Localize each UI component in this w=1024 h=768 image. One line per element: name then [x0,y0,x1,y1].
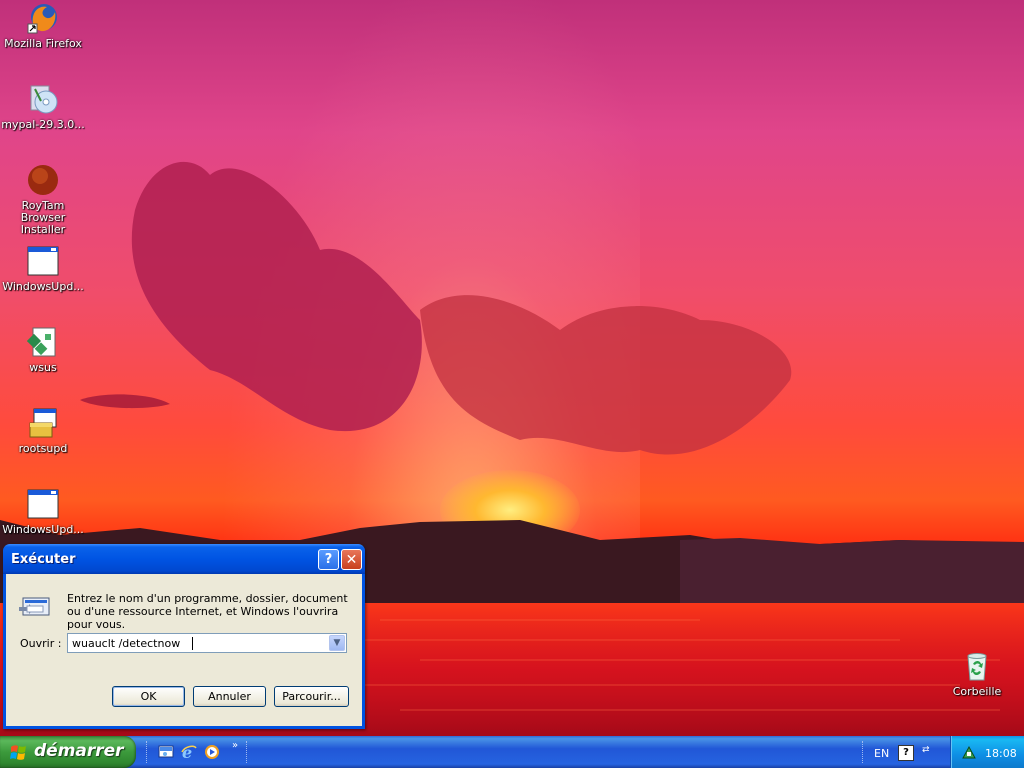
toolbar-grip[interactable] [246,741,250,763]
desktop-icon-label: WindowsUpd... [2,523,84,536]
help-button[interactable]: ? [318,549,339,570]
toolbar-grip[interactable] [146,741,150,763]
command-input[interactable]: wuauclt /detectnow [72,637,180,650]
desktop-icon-recycle-bin[interactable]: Corbeille [934,650,1020,698]
media-player-icon[interactable] [204,744,220,760]
desktop-icon-windowsupdate-2[interactable]: WindowsUpd... [0,488,86,536]
system-tray: 18:08 [950,736,1024,768]
roytam-browser-icon [27,164,59,196]
setup-package-icon [27,407,59,439]
window-app-icon [27,245,59,277]
run-dialog: Exécuter ? ✕ Entrez le nom d'un programm… [3,544,365,729]
taskbar: démarrer e » EN ? ⇄ 18:08 [0,736,1024,768]
run-icon [19,595,51,619]
desktop-icon-label: Corbeille [952,685,1002,698]
language-indicator[interactable]: EN [874,747,889,760]
window-app-icon [27,488,59,520]
desktop-icon-label: mypal-29.3.0... [1,118,85,131]
desktop-icon-label: RoyTam Browser Installer [20,199,66,236]
desktop-icon-label: rootsupd [18,442,68,455]
dialog-description: Entrez le nom d'un programme, dossier, d… [67,592,348,631]
close-button[interactable]: ✕ [341,549,362,570]
command-combobox[interactable]: wuauclt /detectnow ▼ [67,633,347,653]
dialog-titlebar[interactable]: Exécuter ? ✕ [3,544,365,574]
desktop-icon-label: wsus [29,361,57,374]
desktop-icon-mypal[interactable]: mypal-29.3.0... [0,83,86,131]
cancel-button[interactable]: Annuler [193,686,266,707]
clock[interactable]: 18:08 [985,747,1017,760]
dropdown-arrow-icon[interactable]: ▼ [329,635,345,651]
start-button[interactable]: démarrer [0,736,136,768]
browse-button[interactable]: Parcourir... [274,686,349,707]
desktop-icon-wsus[interactable]: wsus [0,326,86,374]
windows-logo-icon [10,744,27,761]
desktop-icon-label: WindowsUpd... [2,280,84,293]
help-tray-icon[interactable]: ? [898,745,914,761]
desktop-icon-roytam[interactable]: RoyTam Browser Installer [0,164,86,236]
firefox-icon [27,2,59,34]
desktop-icon-label: Mozilla Firefox [4,37,82,50]
start-label: démarrer [34,741,124,761]
script-gear-icon [26,326,59,358]
text-caret [192,637,193,650]
installer-disc-icon [27,83,59,115]
internet-explorer-icon[interactable]: e [181,743,197,762]
toolbar-grip[interactable] [862,741,866,763]
open-label: Ouvrir : [20,637,62,650]
show-desktop-icon[interactable] [158,744,174,760]
dialog-title: Exécuter [11,552,76,567]
desktop-icon-firefox[interactable]: Mozilla Firefox [0,2,86,50]
desktop-icon-rootsupd[interactable]: rootsupd [0,407,86,455]
dialog-body: Entrez le nom d'un programme, dossier, d… [6,574,362,726]
ok-button[interactable]: OK [112,686,185,707]
recycle-bin-icon [961,650,993,682]
network-icon[interactable] [961,745,977,759]
tray-arrows-icon[interactable]: ⇄ [922,745,930,755]
desktop-icon-windowsupdate-1[interactable]: WindowsUpd... [0,245,86,293]
quicklaunch-more-button[interactable]: » [232,740,238,751]
